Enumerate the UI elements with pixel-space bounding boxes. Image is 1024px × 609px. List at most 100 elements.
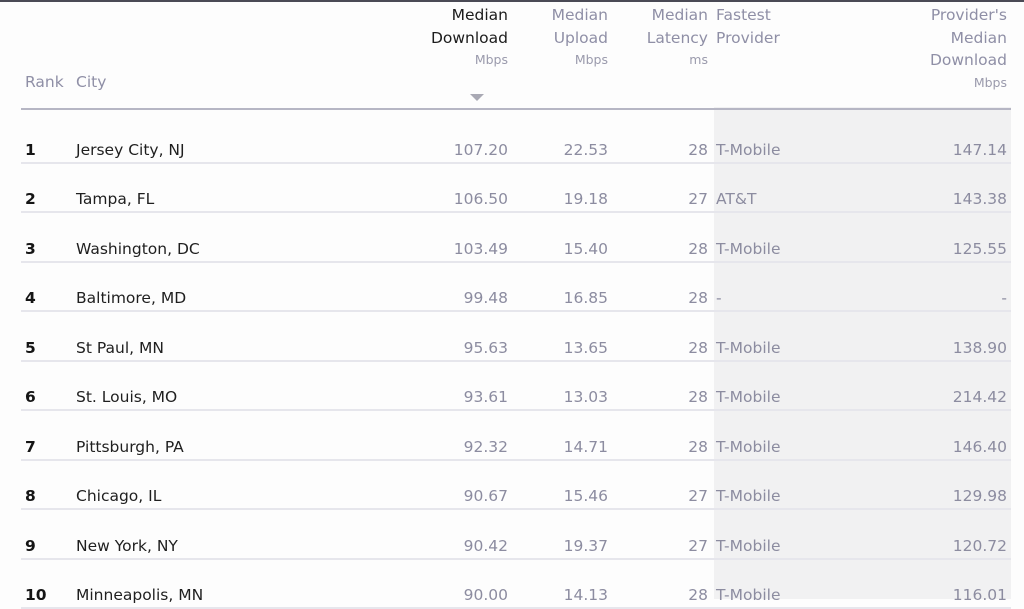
median-latency-cell: 28 [612,261,712,312]
provider-median-download-cell: 116.01 [832,558,1011,609]
column-header-label: Download [929,51,1007,69]
rank-cell: 3 [21,212,72,263]
rank-cell: 10 [21,558,72,609]
rank-cell: 1 [21,108,72,164]
provider-median-download-cell: 125.55 [832,212,1011,263]
provider-median-download-cell: 214.42 [832,360,1011,411]
median-download-cell: 93.61 [412,360,512,411]
fastest-provider-cell: T-Mobile [712,360,832,411]
median-upload-cell: 14.13 [512,558,612,609]
median-upload-cell: 19.37 [512,509,612,560]
provider-median-download-cell: - [832,261,1011,312]
city-cell: St Paul, MN [72,311,412,362]
city-speed-ranking-table: Rank City Median Download Mbps Median Up… [21,0,1011,609]
fastest-provider-cell: T-Mobile [712,558,832,609]
column-header-label: Median [950,28,1007,47]
fastest-provider-cell: T-Mobile [712,410,832,461]
column-header-label: Median [651,6,708,24]
median-latency-cell: 28 [612,108,712,164]
provider-median-download-cell: 129.98 [832,459,1011,510]
median-download-cell: 90.67 [412,459,512,510]
median-latency-cell: 28 [612,311,712,362]
median-upload-cell: 16.85 [512,261,612,312]
city-cell: Chicago, IL [72,459,412,510]
rank-cell: 2 [21,162,72,213]
table-body: 1 Jersey City, NJ 107.20 22.53 28 T-Mobi… [21,108,1011,609]
median-download-cell: 103.49 [412,212,512,263]
median-upload-cell: 13.03 [512,360,612,411]
column-header-label: Fastest [716,6,771,24]
city-cell: St. Louis, MO [72,360,412,411]
column-header-label: Upload [553,28,608,47]
median-upload-cell: 13.65 [512,311,612,362]
column-header-city[interactable]: City [72,0,484,110]
column-header-label: Provider's [930,6,1007,24]
column-header-median-latency[interactable]: Median Latency ms [612,0,712,110]
column-header-median-download[interactable]: Median Download Mbps [412,0,512,110]
provider-median-download-cell: 147.14 [832,108,1011,164]
table-row: 7 Pittsburgh, PA 92.32 14.71 28 T-Mobile… [21,410,1011,461]
column-header-fastest-provider[interactable]: Fastest Provider [712,0,832,110]
column-header-label: Provider [716,28,780,47]
table-row: 8 Chicago, IL 90.67 15.46 27 T-Mobile 12… [21,459,1011,510]
city-cell: Jersey City, NJ [72,108,412,164]
rank-cell: 4 [21,261,72,312]
column-header-label: Median [451,6,508,24]
median-latency-cell: 27 [612,509,712,560]
table-row: 3 Washington, DC 103.49 15.40 28 T-Mobil… [21,212,1011,263]
table-row: 6 St. Louis, MO 93.61 13.03 28 T-Mobile … [21,360,1011,411]
median-download-cell: 90.00 [412,558,512,609]
rank-cell: 9 [21,509,72,560]
column-unit: Mbps [973,74,1007,90]
fastest-provider-cell: T-Mobile [712,212,832,263]
city-cell: Washington, DC [72,212,412,263]
median-upload-cell: 15.46 [512,459,612,510]
table-row: 10 Minneapolis, MN 90.00 14.13 28 T-Mobi… [21,558,1011,609]
city-cell: Baltimore, MD [72,261,412,312]
provider-median-download-cell: 143.38 [832,162,1011,213]
table-row: 9 New York, NY 90.42 19.37 27 T-Mobile 1… [21,509,1011,560]
median-upload-cell: 22.53 [512,108,612,164]
table-row: 5 St Paul, MN 95.63 13.65 28 T-Mobile 13… [21,311,1011,362]
city-cell: New York, NY [72,509,412,560]
median-download-cell: 95.63 [412,311,512,362]
rank-cell: 8 [21,459,72,510]
table-row: 2 Tampa, FL 106.50 19.18 27 AT&T 143.38 [21,162,1011,213]
table-header: Rank City Median Download Mbps Median Up… [21,0,1011,110]
median-latency-cell: 28 [612,360,712,411]
fastest-provider-cell: T-Mobile [712,509,832,560]
median-download-cell: 107.20 [412,108,512,164]
median-download-cell: 106.50 [412,162,512,213]
table-row: 4 Baltimore, MD 99.48 16.85 28 - - [21,261,1011,312]
column-header-label: City [76,73,107,91]
median-download-cell: 90.42 [412,509,512,560]
median-upload-cell: 19.18 [512,162,612,213]
column-unit: ms [689,52,708,67]
column-header-rank[interactable]: Rank [21,0,72,110]
median-latency-cell: 28 [612,212,712,263]
rank-cell: 6 [21,360,72,411]
city-cell: Tampa, FL [72,162,412,213]
column-header-label: Latency [646,28,708,47]
median-download-cell: 99.48 [412,261,512,312]
median-latency-cell: 27 [612,459,712,510]
column-header-provider-median-download[interactable]: Provider's Median Download Mbps [832,0,1011,110]
median-latency-cell: 28 [612,410,712,461]
table-row: 1 Jersey City, NJ 107.20 22.53 28 T-Mobi… [21,108,1011,164]
city-cell: Pittsburgh, PA [72,410,412,461]
rank-cell: 7 [21,410,72,461]
median-latency-cell: 28 [612,558,712,609]
median-upload-cell: 15.40 [512,212,612,263]
median-download-cell: 92.32 [412,410,512,461]
provider-median-download-cell: 120.72 [832,509,1011,560]
rank-cell: 5 [21,311,72,362]
median-latency-cell: 27 [612,162,712,213]
column-header-median-upload[interactable]: Median Upload Mbps [512,0,612,110]
fastest-provider-cell: T-Mobile [712,311,832,362]
fastest-provider-cell: AT&T [712,162,832,213]
city-cell: Minneapolis, MN [72,558,412,609]
median-upload-cell: 14.71 [512,410,612,461]
column-header-label: Median [551,6,608,24]
fastest-provider-cell: T-Mobile [712,459,832,510]
column-header-label: Rank [25,73,64,91]
